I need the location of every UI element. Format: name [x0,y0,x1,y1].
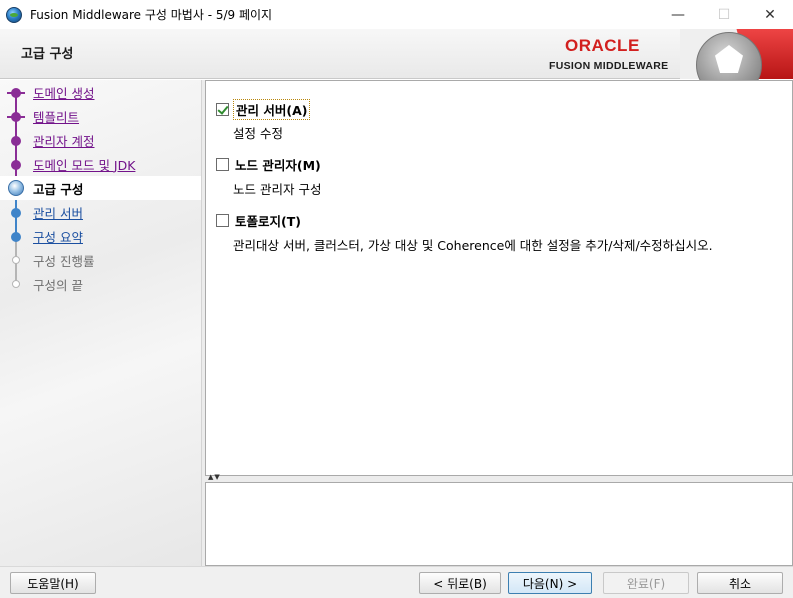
step-future-icon [12,256,20,264]
nav-step-domain-mode-jdk[interactable]: 도메인 모드 및 JDK [0,152,201,176]
wizard-footer: 도움말(H) < 뒤로(B) 다음(N) > 완료(F) 취소 [0,566,793,598]
nav-step-label: 템플리트 [33,109,80,125]
nav-step-label: 도메인 생성 [33,85,95,101]
nav-step-admin-server[interactable]: 관리 서버 [0,200,201,224]
help-button[interactable]: 도움말(H) [10,572,96,594]
nav-step-template[interactable]: 템플리트 [0,104,201,128]
step-done-icon [11,160,21,170]
nav-step-label: 구성 진행률 [33,253,95,269]
finish-button[interactable]: 완료(F) [603,572,689,594]
window-controls: — ☐ ✕ [655,0,793,29]
page-title: 고급 구성 [21,47,74,62]
close-button[interactable]: ✕ [747,0,793,29]
wizard-step-nav: 도메인 생성 템플리트 관리자 계정 도메인 모드 및 JDK 고급 구성 관리… [0,80,201,566]
nav-step-label: 구성 요약 [33,229,83,245]
node-manager-checkbox[interactable] [216,158,229,171]
admin-server-label[interactable]: 관리 서버(A) [233,99,311,120]
nav-step-label: 고급 구성 [33,181,84,197]
back-button[interactable]: < 뒤로(B) [419,572,501,594]
nav-step-admin-account[interactable]: 관리자 계정 [0,128,201,152]
step-visited-icon [7,112,25,122]
wizard-header: 고급 구성 ORACLE FUSION MIDDLEWARE [0,29,793,98]
nav-step-label: 구성의 끝 [33,277,83,293]
maximize-button[interactable]: ☐ [701,0,747,29]
topology-description: 관리대상 서버, 클러스터, 가상 대상 및 Coherence에 대한 설정을… [233,238,713,253]
message-pane [205,482,793,566]
nav-step-config-summary[interactable]: 구성 요약 [0,224,201,248]
next-button[interactable]: 다음(N) > [508,572,592,594]
step-current-icon [8,180,24,196]
topology-label[interactable]: 토폴로지(T) [233,211,303,230]
nav-step-label: 관리자 계정 [33,133,95,149]
cancel-button[interactable]: 취소 [697,572,783,594]
node-manager-label[interactable]: 노드 관리자(M) [233,155,323,174]
window-titlebar: Fusion Middleware 구성 마법사 - 5/9 페이지 — ☐ ✕ [0,0,793,29]
app-globe-icon [6,6,22,23]
minimize-button[interactable]: — [655,0,701,29]
nav-step-label: 도메인 모드 및 JDK [33,157,136,173]
node-manager-option[interactable]: 노드 관리자(M) [216,155,323,174]
admin-server-option[interactable]: 관리 서버(A) [216,99,311,120]
admin-server-checkbox[interactable] [216,103,229,116]
fusion-middleware-text: FUSION MIDDLEWARE [549,60,669,72]
admin-server-description: 설정 수정 [233,126,283,141]
nav-step-domain-create[interactable]: 도메인 생성 [0,80,201,104]
nav-step-advanced-config[interactable]: 고급 구성 [0,176,201,200]
step-visited-icon [7,88,25,98]
nav-step-config-progress: 구성 진행률 [0,248,201,272]
advanced-config-panel: 관리 서버(A) 설정 수정 노드 관리자(M) 노드 관리자 구성 토폴로지(… [205,80,793,476]
nav-step-label: 관리 서버 [33,205,83,221]
oracle-logo-text: ORACLE [565,36,640,55]
step-enabled-icon [11,232,21,242]
step-done-icon [11,136,21,146]
splitter-arrows-icon: ▲▼ [208,473,221,481]
window-title: Fusion Middleware 구성 마법사 - 5/9 페이지 [30,8,273,22]
topology-checkbox[interactable] [216,214,229,227]
nav-step-config-end: 구성의 끝 [0,272,201,296]
node-manager-description: 노드 관리자 구성 [233,182,322,197]
step-enabled-icon [11,208,21,218]
step-future-icon [12,280,20,288]
topology-option[interactable]: 토폴로지(T) [216,211,303,230]
oracle-logo: ORACLE FUSION MIDDLEWARE [549,34,677,76]
